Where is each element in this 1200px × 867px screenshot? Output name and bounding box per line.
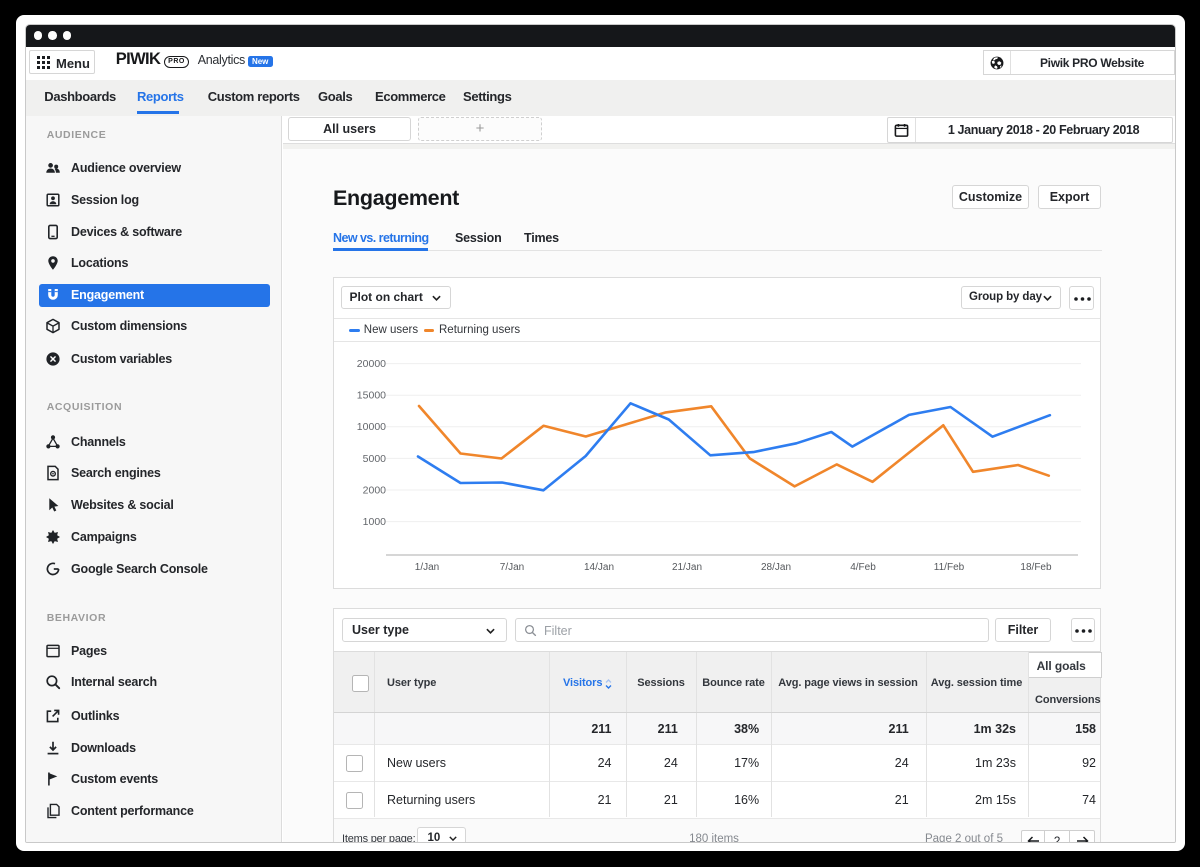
svg-text:11/Feb: 11/Feb (934, 562, 965, 573)
svg-text:28/Jan: 28/Jan (761, 562, 791, 573)
svg-text:15000: 15000 (357, 390, 386, 402)
svg-text:18/Feb: 18/Feb (1020, 562, 1052, 573)
svg-text:1000: 1000 (363, 516, 387, 528)
svg-text:21/Jan: 21/Jan (672, 562, 702, 573)
svg-text:10000: 10000 (357, 421, 386, 433)
svg-text:7/Jan: 7/Jan (500, 562, 524, 573)
svg-text:1/Jan: 1/Jan (415, 562, 439, 573)
svg-text:4/Feb: 4/Feb (850, 562, 876, 573)
svg-text:14/Jan: 14/Jan (584, 562, 614, 573)
svg-text:2000: 2000 (363, 484, 387, 496)
svg-text:5000: 5000 (363, 453, 387, 465)
svg-text:20000: 20000 (357, 358, 386, 370)
